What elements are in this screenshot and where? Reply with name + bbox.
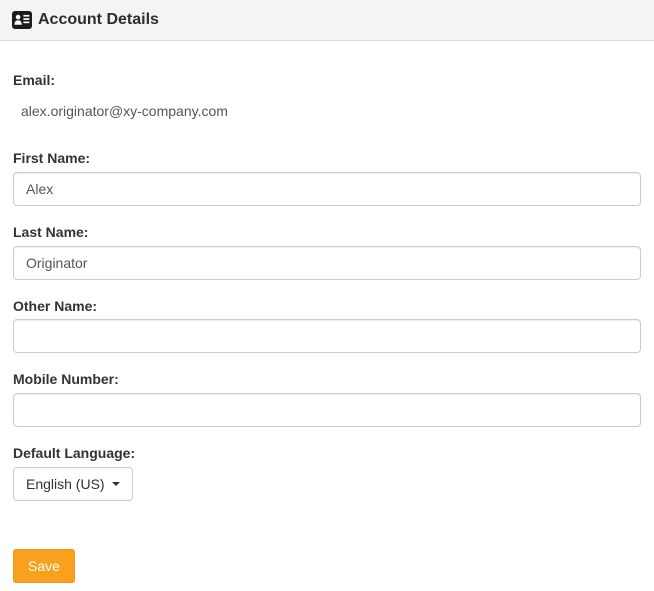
email-group: Email: alex.originator@xy-company.com [13,72,641,128]
email-label: Email: [13,72,56,88]
other-name-input[interactable] [13,319,641,354]
caret-down-icon [111,481,120,486]
save-button[interactable]: Save [13,548,75,583]
default-language-group: Default Language: English (US) [13,445,641,501]
last-name-label: Last Name: [13,223,89,240]
email-value: alex.originator@xy-company.com [21,102,228,119]
other-name-group: Other Name: [13,298,641,354]
panel-header: Account Details [0,0,654,41]
mobile-number-group: Mobile Number: [13,371,641,428]
first-name-group: First Name: [13,150,641,206]
first-name-label: First Name: [13,149,91,166]
account-form: Email: alex.originator@xy-company.com Fi… [0,41,654,591]
default-language-dropdown[interactable]: English (US) [13,466,133,501]
contact-card-icon [12,10,32,30]
last-name-input[interactable] [13,245,641,280]
mobile-number-label: Mobile Number: [13,371,119,388]
default-language-selected: English (US) [26,475,105,492]
page-title: Account Details [38,11,159,28]
other-name-label: Other Name: [13,297,98,314]
account-details-page: Account Details Email: alex.originator@x… [0,0,654,591]
last-name-group: Last Name: [13,224,641,280]
default-language-label: Default Language: [13,445,136,462]
first-name-input[interactable] [13,171,641,206]
mobile-number-input[interactable] [13,393,641,428]
